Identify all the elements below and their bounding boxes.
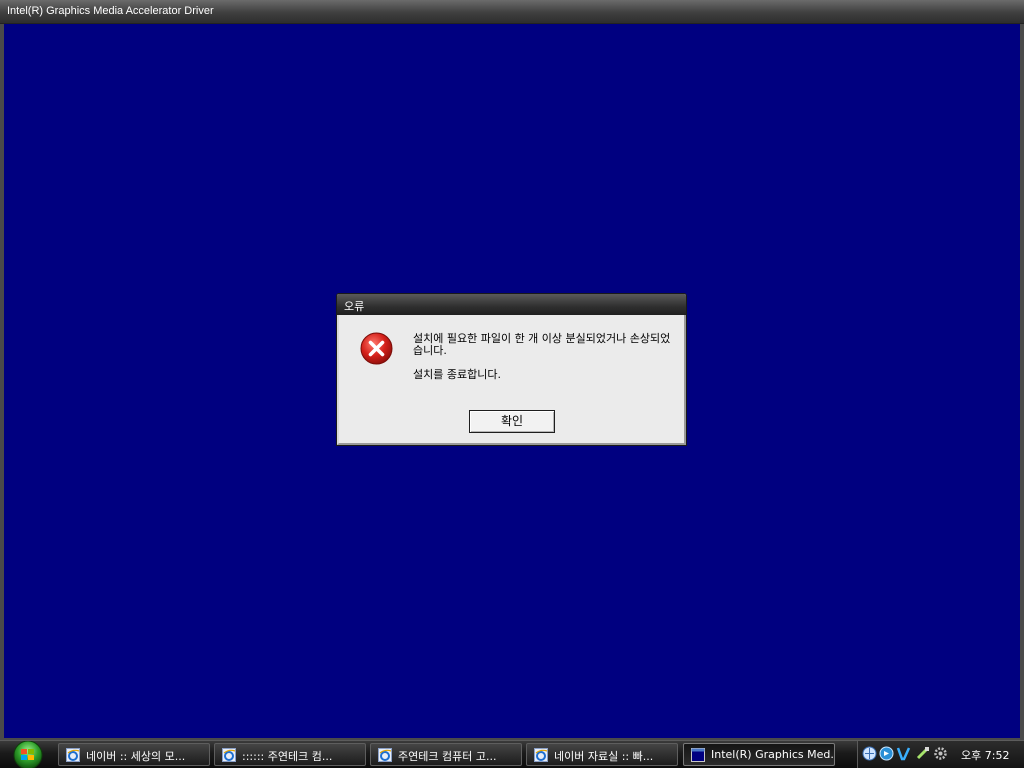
taskbar-clock[interactable]: 오후 7:52 — [961, 747, 1009, 763]
taskbar-item-intel-installer[interactable]: Intel(R) Graphics Med... — [683, 743, 835, 766]
system-tray: 오후 7:52 — [857, 741, 1024, 768]
usb-device-icon[interactable] — [915, 746, 930, 761]
network-icon[interactable] — [862, 746, 877, 761]
error-message: 설치에 필요한 파일이 한 개 이상 분실되었거나 손상되었습니다. — [413, 332, 671, 357]
taskbar: 네이버 :: 세상의 모... :::::: 주연테크 컴... 주연테크 컴퓨… — [0, 740, 1024, 768]
ok-button[interactable]: 확인 — [469, 410, 555, 433]
audio-icon[interactable] — [879, 746, 894, 761]
taskbar-item-label: 주연테크 컴퓨터 고... — [398, 750, 497, 763]
ok-button-label: 확인 — [500, 414, 524, 428]
settings-icon[interactable] — [933, 746, 948, 761]
window-title: Intel(R) Graphics Media Accelerator Driv… — [7, 5, 214, 17]
internet-explorer-icon — [66, 748, 80, 762]
taskbar-item-jooyontech-1[interactable]: :::::: 주연테크 컴... — [214, 743, 366, 766]
internet-explorer-icon — [534, 748, 548, 762]
taskbar-item-naver-home[interactable]: 네이버 :: 세상의 모... — [58, 743, 210, 766]
taskbar-item-label: 네이버 :: 세상의 모... — [86, 750, 186, 763]
taskbar-item-jooyontech-2[interactable]: 주연테크 컴퓨터 고... — [370, 743, 522, 766]
taskbar-item-label: :::::: 주연테크 컴... — [242, 750, 333, 763]
installer-window-icon — [691, 748, 705, 762]
exit-message: 설치를 종료합니다. — [413, 368, 501, 381]
taskbar-item-naver-downloads[interactable]: 네이버 자료실 :: 빠... — [526, 743, 678, 766]
dialog-body: 설치에 필요한 파일이 한 개 이상 분실되었거나 손상되었습니다. 설치를 종… — [337, 315, 686, 445]
window-titlebar[interactable]: Intel(R) Graphics Media Accelerator Driv… — [0, 0, 1024, 24]
error-dialog: 오류 설치에 필요한 파일이 한 개 이상 분실되었거나 손상되었습니다. 설치… — [336, 293, 687, 446]
taskbar-item-label: Intel(R) Graphics Med... — [711, 748, 835, 761]
error-icon — [360, 332, 393, 365]
windows-start-icon[interactable] — [6, 741, 50, 768]
dialog-titlebar[interactable]: 오류 — [337, 294, 686, 315]
taskbar-item-label: 네이버 자료실 :: 빠... — [554, 750, 654, 763]
v3-antivirus-icon[interactable] — [896, 746, 911, 761]
internet-explorer-icon — [378, 748, 392, 762]
dialog-title: 오류 — [344, 300, 365, 313]
internet-explorer-icon — [222, 748, 236, 762]
